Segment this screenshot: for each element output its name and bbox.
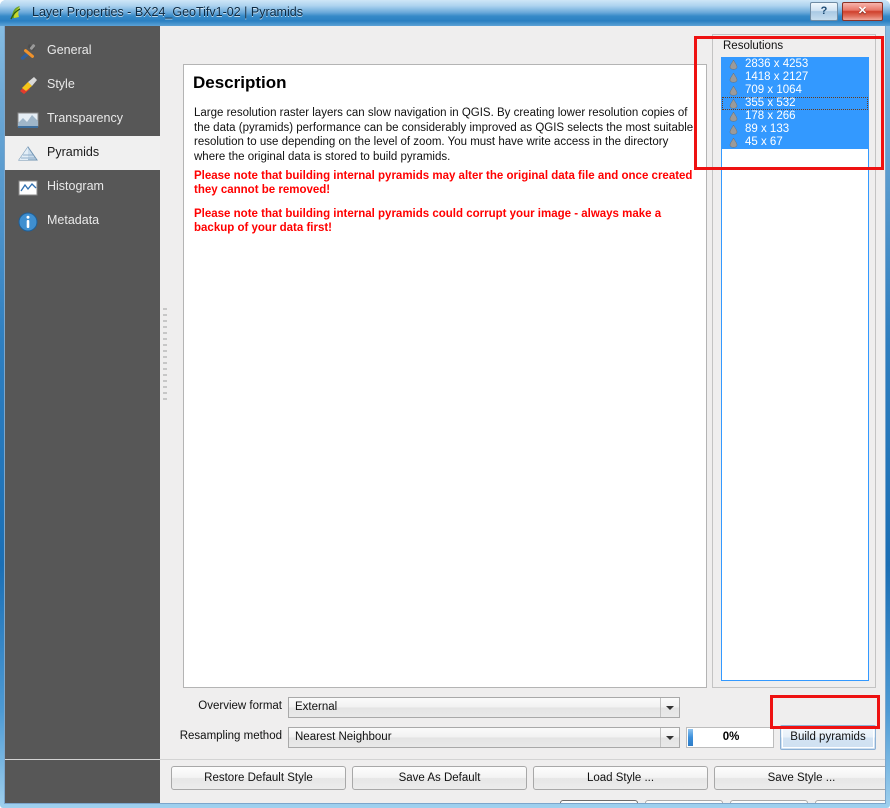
footer-divider [5, 759, 885, 760]
histogram-chart-icon [17, 177, 39, 199]
pyramid-icon [17, 143, 39, 165]
description-box: Description Large resolution raster laye… [183, 64, 707, 688]
list-item-label: 89 x 133 [745, 123, 790, 135]
resampling-method-value: Nearest Neighbour [295, 731, 392, 743]
layer-properties-window: Layer Properties - BX24_GeoTifv1-02 | Py… [0, 0, 890, 808]
overview-format-select[interactable]: External [288, 697, 680, 718]
title-bar: Layer Properties - BX24_GeoTifv1-02 | Py… [0, 0, 890, 26]
dialog-client-area: General Style Transparency Pyramids Hist… [4, 26, 886, 804]
list-item-label: 2836 x 4253 [745, 58, 809, 70]
chevron-down-icon[interactable] [660, 698, 679, 717]
resampling-method-select[interactable]: Nearest Neighbour [288, 727, 680, 748]
list-item[interactable]: 178 x 266 [722, 110, 868, 123]
paintbrush-icon [17, 75, 39, 97]
progress-percent-label: 0% [722, 731, 740, 743]
window-title: Layer Properties - BX24_GeoTifv1-02 | Py… [32, 5, 303, 19]
button-inner-border [782, 727, 874, 748]
build-progress-bar: 0% [686, 727, 774, 748]
restore-default-style-button[interactable]: Restore Default Style [171, 766, 346, 790]
titlebar-help-button[interactable]: ? [810, 2, 838, 21]
sidebar-item-pyramids[interactable]: Pyramids [5, 136, 160, 170]
transparency-raster-icon [17, 109, 39, 131]
info-circle-icon [17, 211, 39, 233]
list-item-label: 1418 x 2127 [745, 71, 809, 83]
chevron-down-icon[interactable] [660, 728, 679, 747]
list-item[interactable]: 355 x 532 [722, 97, 868, 110]
sidebar-item-metadata[interactable]: Metadata [5, 204, 160, 238]
list-item-label: 355 x 532 [745, 97, 796, 109]
list-item[interactable]: 89 x 133 [722, 123, 868, 136]
sidebar-splitter-handle[interactable] [160, 26, 171, 803]
resolutions-list[interactable]: 2836 x 4253 1418 x 2127 709 x 1064 355 x… [721, 57, 869, 681]
resampling-method-label: Resampling method [179, 730, 282, 742]
cancel-button[interactable]: Cancel [645, 800, 723, 803]
resolutions-legend: Resolutions [721, 40, 786, 52]
list-item-label: 45 x 67 [745, 136, 783, 148]
sidebar-item-label: Pyramids [47, 145, 100, 159]
qgis-logo-icon [9, 5, 25, 21]
description-heading: Description [193, 73, 287, 92]
list-item-label: 178 x 266 [745, 110, 796, 122]
sidebar-item-label: Style [47, 77, 75, 91]
sidebar-item-label: Metadata [47, 213, 100, 227]
list-item[interactable]: 2836 x 4253 [722, 58, 868, 71]
sidebar-item-transparency[interactable]: Transparency [5, 102, 160, 136]
load-style-button[interactable]: Load Style ... [533, 766, 708, 790]
sidebar-item-label: Transparency [47, 111, 123, 125]
description-body-text: Large resolution raster layers can slow … [194, 107, 694, 163]
pyramid-level-icon [728, 59, 739, 70]
ok-button[interactable]: OK [560, 800, 638, 803]
list-item-label: 709 x 1064 [745, 84, 802, 96]
list-item[interactable]: 1418 x 2127 [722, 71, 868, 84]
hammer-screwdriver-icon [17, 41, 39, 63]
overview-format-label: Overview format [198, 700, 282, 712]
apply-button[interactable]: Apply [730, 800, 808, 803]
list-item[interactable]: 709 x 1064 [722, 84, 868, 97]
pyramid-level-icon [728, 124, 739, 135]
help-button[interactable]: Help [815, 800, 885, 803]
sidebar-item-histogram[interactable]: Histogram [5, 170, 160, 204]
sidebar-item-label: Histogram [47, 179, 104, 193]
pyramids-panel: Description Large resolution raster laye… [5, 26, 885, 803]
sidebar-item-general[interactable]: General [5, 34, 160, 68]
build-pyramids-button[interactable]: Build pyramids [780, 725, 876, 750]
save-as-default-button[interactable]: Save As Default [352, 766, 527, 790]
resolutions-group-box: Resolutions 2836 x 4253 1418 x 2127 709 … [712, 34, 876, 688]
sidebar-item-style[interactable]: Style [5, 68, 160, 102]
list-item[interactable]: 45 x 67 [722, 136, 868, 149]
pyramid-level-icon [728, 137, 739, 148]
pyramid-level-icon [728, 111, 739, 122]
warning-text-internal-pyramids: Please note that building internal pyram… [194, 170, 693, 196]
pyramid-level-icon [728, 72, 739, 83]
save-style-button[interactable]: Save Style ... [714, 766, 885, 790]
properties-sidebar: General Style Transparency Pyramids Hist… [5, 26, 160, 803]
warning-text-corrupt-image: Please note that building internal pyram… [194, 208, 662, 234]
sidebar-item-label: General [47, 43, 92, 57]
pyramid-level-icon [728, 85, 739, 96]
overview-format-value: External [295, 701, 338, 713]
pyramid-level-icon [728, 98, 739, 109]
titlebar-close-button[interactable]: ✕ [842, 2, 883, 21]
